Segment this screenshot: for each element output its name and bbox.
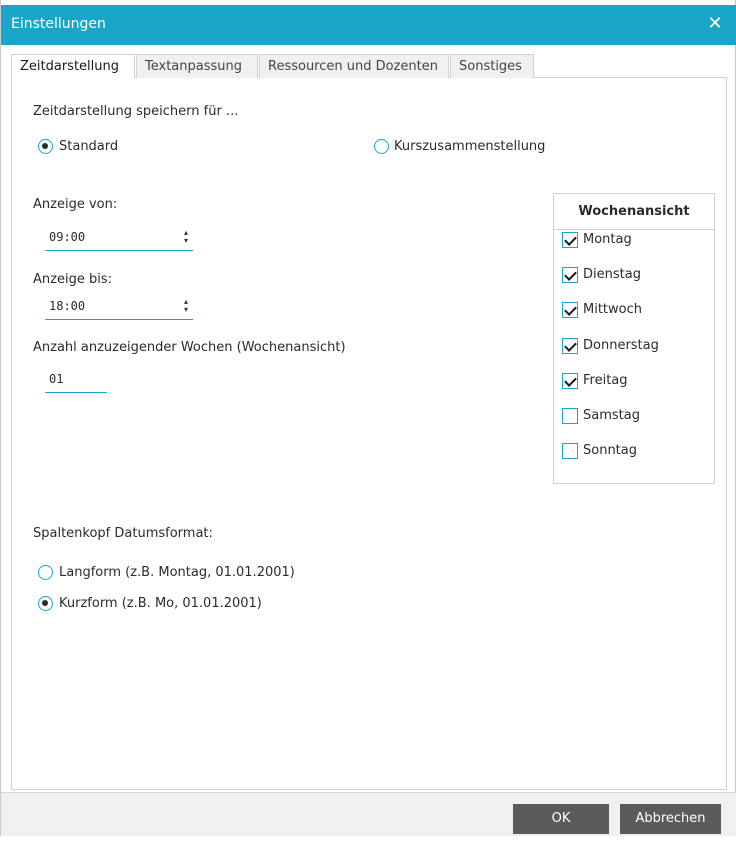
radio-kurszusammenstellung-label[interactable]: Kurszusammenstellung [394,139,545,154]
tab-label: Zeitdarstellung [20,59,119,74]
radio-kurszusammenstellung[interactable] [374,139,389,154]
settings-dialog: Einstellungen ✕ Zeitdarstellung Textanpa… [0,0,736,836]
radio-standard[interactable] [38,139,53,154]
week-view-title: Wochenansicht [554,194,714,230]
weeks-label: Anzahl anzuzeigender Wochen (Wochenansic… [33,340,346,355]
display-from-value: 09:00 [49,230,86,244]
radio-kurzform-label[interactable]: Kurzform (z.B. Mo, 01.01.2001) [59,596,262,611]
radio-langform-label[interactable]: Langform (z.B. Montag, 01.01.2001) [59,565,295,580]
checkbox-montag[interactable] [562,232,578,248]
weeks-value: 01 [49,372,64,386]
checkbox-samstag[interactable] [562,408,578,424]
close-icon[interactable]: ✕ [705,13,725,35]
checkbox-montag-label[interactable]: Montag [583,232,632,247]
display-from-label: Anzeige von: [33,197,118,212]
checkbox-donnerstag-label[interactable]: Donnerstag [583,338,659,353]
radio-langform[interactable] [38,565,53,580]
tab-ressourcen-und-dozenten[interactable]: Ressourcen und Dozenten [259,54,449,78]
radio-kurzform[interactable] [38,596,53,611]
tab-label: Sonstiges [459,59,522,74]
tab-textanpassung[interactable]: Textanpassung [136,54,258,78]
radio-standard-label[interactable]: Standard [59,139,118,154]
checkbox-mittwoch-label[interactable]: Mittwoch [583,302,642,317]
display-to-value: 18:00 [49,299,86,313]
display-from-input[interactable]: 09:00 ▴ ▾ [45,227,193,251]
checkbox-sonntag[interactable] [562,443,578,459]
checkbox-donnerstag[interactable] [562,338,578,354]
checkbox-freitag-label[interactable]: Freitag [583,373,628,388]
display-to-label: Anzeige bis: [33,272,112,287]
tab-label: Ressourcen und Dozenten [268,59,438,74]
checkbox-mittwoch[interactable] [562,302,578,318]
title-bar: Einstellungen ✕ [1,5,736,45]
display-from-spinner[interactable]: ▴ ▾ [181,229,191,247]
checkbox-dienstag-label[interactable]: Dienstag [583,267,641,282]
display-to-input[interactable]: 18:00 ▴ ▾ [45,296,193,320]
week-view-group: Wochenansicht Montag Dienstag Mittwoch D… [553,193,715,484]
ok-button[interactable]: OK [513,804,609,834]
weeks-input[interactable]: 01 [45,369,107,393]
checkbox-samstag-label[interactable]: Samstag [583,408,640,423]
checkbox-dienstag[interactable] [562,267,578,283]
date-format-label: Spaltenkopf Datumsformat: [33,526,213,541]
checkbox-freitag[interactable] [562,373,578,389]
cancel-button[interactable]: Abbrechen [620,804,721,834]
tab-strip: Zeitdarstellung Textanpassung Ressourcen… [11,54,727,79]
tab-sonstiges[interactable]: Sonstiges [450,54,534,78]
display-to-spinner[interactable]: ▴ ▾ [181,298,191,316]
checkbox-sonntag-label[interactable]: Sonntag [583,443,637,458]
tab-label: Textanpassung [145,59,242,74]
dialog-title: Einstellungen [11,16,106,32]
dialog-footer: OK Abbrechen [1,792,736,836]
tab-zeitdarstellung[interactable]: Zeitdarstellung [11,54,135,79]
save-for-label: Zeitdarstellung speichern für ... [33,104,239,119]
